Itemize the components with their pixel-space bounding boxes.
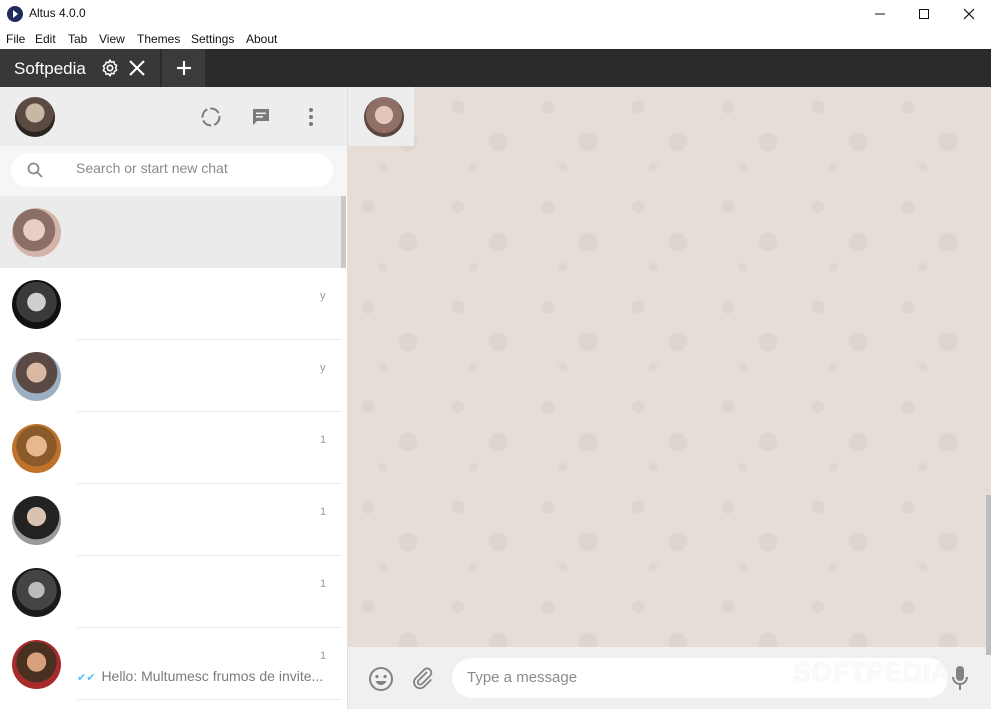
chat-sidebar: y y 1 1 1 1 [0, 87, 348, 709]
contact-avatar [12, 424, 61, 473]
sidebar-scrollbar[interactable] [341, 196, 346, 268]
chat-time: 1 [320, 506, 327, 518]
contact-avatar [12, 280, 61, 329]
double-check-icon: ✔✔ [77, 672, 96, 684]
contact-avatar [12, 568, 61, 617]
contact-avatar [12, 352, 61, 401]
title-bar: Altus 4.0.0 [0, 0, 991, 28]
my-avatar[interactable] [15, 97, 55, 137]
contact-avatar [12, 640, 61, 689]
conversation-header [348, 87, 414, 146]
maximize-button[interactable] [901, 0, 947, 28]
minimize-icon [875, 13, 885, 15]
status-button[interactable] [199, 105, 223, 129]
new-chat-button[interactable] [249, 105, 273, 129]
menu-edit[interactable]: Edit [35, 32, 56, 46]
search-area [0, 146, 347, 196]
mic-icon[interactable] [951, 665, 969, 691]
chat-item[interactable]: 1 ✔✔ Hello: Multumesc frumos de invite... [0, 628, 341, 700]
conversation-panel: SOFTPEDIA [348, 87, 991, 709]
chat-preview-text: Hello: Multumesc frumos de invite... [101, 668, 324, 684]
add-tab-button[interactable] [162, 49, 205, 87]
tab-softpedia[interactable]: Softpedia [0, 49, 160, 87]
attach-icon[interactable] [410, 666, 434, 690]
menu-icon [309, 108, 313, 126]
add-tab-icon [176, 61, 191, 75]
chat-item[interactable]: y [0, 268, 341, 340]
search-icon [27, 162, 43, 178]
chat-time: 1 [320, 434, 327, 446]
close-icon [963, 8, 975, 20]
tab-bar: Softpedia [0, 49, 991, 87]
chat-item[interactable]: 1 [0, 556, 341, 628]
window-scrollbar[interactable] [986, 495, 991, 655]
menu-settings[interactable]: Settings [191, 32, 234, 46]
chat-item[interactable] [0, 196, 341, 268]
chat-item[interactable]: y [0, 340, 341, 412]
chat-background [348, 87, 991, 647]
message-composer: SOFTPEDIA [348, 647, 991, 709]
menu-themes[interactable]: Themes [137, 32, 180, 46]
menu-bar: File Edit Tab View Themes Settings About [0, 28, 991, 49]
tab-label: Softpedia [14, 59, 86, 78]
contact-avatar[interactable] [364, 97, 404, 137]
chat-time: 1 [320, 578, 327, 590]
sidebar-header [0, 87, 347, 146]
chat-time: y [320, 362, 326, 374]
menu-file[interactable]: File [6, 32, 25, 46]
chat-preview: ✔✔ Hello: Multumesc frumos de invite... [77, 668, 323, 684]
search-box[interactable] [11, 153, 333, 187]
chat-item[interactable]: 1 [0, 412, 341, 484]
chat-time: y [320, 290, 326, 302]
chat-list: y y 1 1 1 1 ✔✔ Hello: Multumesc frumos d… [0, 196, 347, 709]
search-input[interactable] [76, 160, 316, 176]
app-icon [7, 6, 23, 22]
emoji-icon[interactable] [368, 666, 394, 692]
tab-close-icon[interactable] [128, 59, 146, 77]
divider [76, 699, 341, 700]
gear-icon[interactable] [100, 58, 120, 78]
new-chat-icon [253, 109, 269, 125]
contact-avatar [12, 208, 61, 257]
message-input[interactable] [467, 669, 767, 686]
chat-item[interactable]: 1 [0, 484, 341, 556]
contact-avatar [12, 496, 61, 545]
maximize-icon [919, 9, 929, 19]
watermark: SOFTPEDIA [793, 657, 951, 687]
chat-time: 1 [320, 650, 327, 662]
window-title: Altus 4.0.0 [29, 6, 86, 20]
close-window-button[interactable] [946, 0, 991, 28]
menu-view[interactable]: View [99, 32, 125, 46]
menu-tab[interactable]: Tab [68, 32, 87, 46]
menu-about[interactable]: About [246, 32, 277, 46]
menu-button[interactable] [299, 105, 323, 129]
minimize-button[interactable] [857, 0, 903, 28]
status-icon [201, 107, 221, 127]
